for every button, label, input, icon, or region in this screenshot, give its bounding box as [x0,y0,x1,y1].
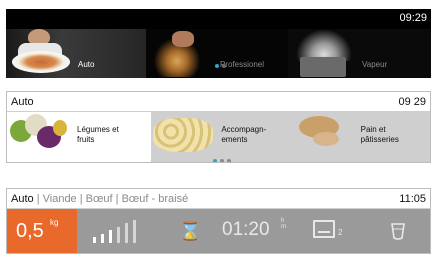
title-bar: Auto 09 29 [7,92,430,112]
page-dot-active [215,64,219,68]
shelf-level-value: 2 [338,228,343,237]
breadcrumb-separator: | [76,193,86,205]
page-dot [222,64,226,68]
timer-unit: h m [281,218,286,230]
bread-image-2 [312,132,339,146]
tile-accompagnements-label: Accompagn- ements [221,125,266,145]
category-carousel[interactable]: Légumes et fruits Accompagn- ements Pain… [7,112,430,162]
breadcrumb-item[interactable]: Viande [43,193,77,205]
breadcrumb-item-current: Bœuf - braisé [121,193,189,205]
clock: 09:29 [399,12,427,24]
page-dot [227,159,231,162]
screen-cooking-settings: Auto | Viande | Bœuf | Bœuf - braisé 11:… [6,188,431,254]
title-bar: Auto | Viande | Bœuf | Bœuf - braisé 11:… [7,189,430,209]
tile-pain-label-line2: pâtisseries [360,135,399,144]
vegetables-image-4 [53,120,67,136]
doneness-bar [133,219,136,243]
tile-pain-patisseries[interactable]: Pain et pâtisseries [292,112,430,162]
clock: 11:05 [399,193,426,205]
page-dot-active [213,159,217,162]
plate-image [12,51,70,73]
tile-professionel[interactable]: Professionel [146,29,288,78]
page-title: Auto [11,96,34,108]
tile-vapeur-label: Vapeur [362,60,388,69]
timer-value[interactable]: 01:20 [222,219,270,241]
page-indicator [213,159,231,162]
tile-professionel-label: Professionel [220,60,265,69]
weight-value: 0,5 [16,220,44,242]
weight-unit: kg [50,218,59,227]
status-bar: 09:29 [6,9,431,29]
shelf-level-icon[interactable] [313,220,335,238]
settings-bar: 0,5 kg ⌛ 01:20 h m 2 [7,209,430,253]
tile-legumes-fruits[interactable]: Légumes et fruits [7,112,152,162]
breadcrumb-separator: | [33,193,43,205]
tile-pain-label-line1: Pain et [360,125,386,134]
breadcrumb: Auto | Viande | Bœuf | Bœuf - braisé [11,193,188,205]
weight-button[interactable]: 0,5 kg [7,209,77,253]
breadcrumb-item[interactable]: Auto [11,193,34,205]
tile-legumes-label-line1: Légumes et [77,125,119,134]
doneness-bar [125,223,128,243]
tile-vapeur[interactable]: Vapeur [288,29,431,78]
timer-unit-minutes: m [281,224,286,230]
breadcrumb-separator: | [112,193,122,205]
tile-legumes-label-line2: fruits [77,135,95,144]
doneness-level-control[interactable] [93,219,147,243]
tile-accompagnements-label-line1: Accompagn- [221,125,267,134]
doneness-bar [117,226,120,243]
screen-auto-categories: Auto 09 29 Légumes et fruits Accompagn- … [6,91,431,163]
tile-legumes-fruits-label: Légumes et fruits [77,125,119,145]
tile-accompagnements-label-line2: ements [221,135,248,144]
tile-accompagnements[interactable]: Accompagn- ements [151,112,293,162]
tile-auto-label: Auto [78,60,95,69]
clock: 09 29 [398,96,426,108]
page-indicator [215,64,226,68]
doneness-bar [93,237,96,243]
shelf-rack [318,231,330,233]
page-dot [220,159,224,162]
tile-auto[interactable]: Auto [6,29,146,78]
screen-modes-dark: 09:29 Auto Professionel Vapeur [6,9,431,78]
hourglass-icon[interactable]: ⌛ [179,221,201,241]
tile-pain-label: Pain et pâtisseries [361,125,399,145]
mode-carousel[interactable]: Auto Professionel Vapeur [6,29,431,78]
doneness-bar [101,233,104,243]
pot-icon[interactable] [390,221,406,241]
hand-image [172,31,194,47]
breadcrumb-item[interactable]: Bœuf [86,193,113,205]
pasta-image [153,118,214,152]
pot-image [300,57,346,77]
doneness-bar [109,230,112,243]
